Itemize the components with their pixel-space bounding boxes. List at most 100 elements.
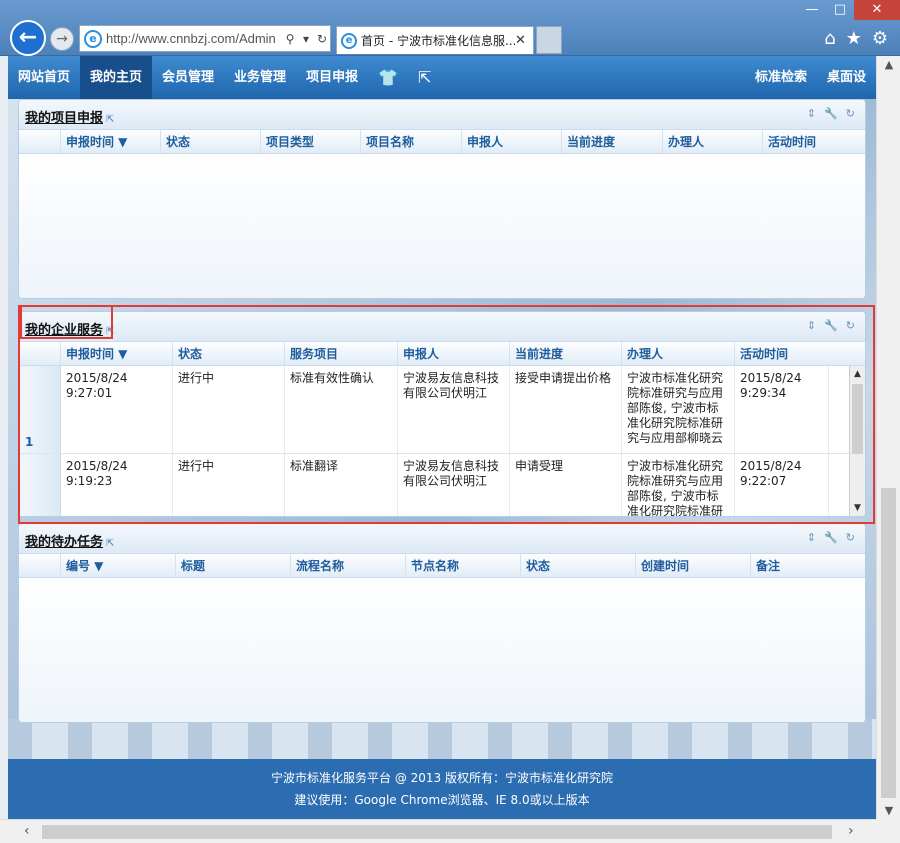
browser-toolbar-icons: ⌂ ★ ⚙	[824, 28, 888, 49]
portlet-title[interactable]: 我的企业服务 ⇱	[25, 319, 114, 338]
scroll-up-icon[interactable]: ▲	[877, 58, 900, 71]
footer-browser-hint: 建议使用：Google Chrome浏览器、IE 8.0或以上版本	[294, 793, 590, 807]
grid-scroll-thumb[interactable]	[852, 384, 863, 454]
open-external-icon[interactable]: ⇱	[106, 114, 114, 125]
column-header[interactable]: 活动时间	[735, 342, 845, 365]
address-url[interactable]: http://www.cnnbzj.com/Admin	[106, 31, 282, 46]
column-header[interactable]: 办理人	[663, 130, 763, 153]
forward-arrow-icon[interactable]: →	[50, 27, 74, 51]
column-header[interactable]: 活动时间	[763, 130, 847, 153]
dropdown-icon[interactable]: ▾	[298, 32, 314, 46]
row-number-header	[19, 554, 61, 577]
new-tab-button[interactable]	[536, 26, 562, 54]
cell-status: 进行中	[173, 454, 285, 516]
cell-handler: 宁波市标准化研究院标准研究与应用部陈俊, 宁波市标准化研究院标准研究与应用部柳晓…	[622, 366, 735, 453]
column-header[interactable]: 当前进度	[510, 342, 622, 365]
cell-active-time: 2015/8/24 9:22:07	[735, 454, 829, 516]
column-header[interactable]: 状态	[161, 130, 261, 153]
grid-body-empty	[19, 154, 865, 298]
back-arrow-icon[interactable]: ←	[10, 20, 46, 56]
open-external-icon[interactable]: ⇱	[106, 538, 114, 549]
external-link-icon[interactable]: ⇱	[408, 68, 441, 87]
grid-body-empty	[19, 578, 865, 722]
refresh-icon[interactable]: ↻	[846, 107, 855, 120]
wrench-icon[interactable]: 🔧	[824, 107, 838, 120]
collapse-icon[interactable]: ⇕	[807, 107, 816, 120]
maximize-button[interactable]: □	[826, 0, 854, 20]
column-header[interactable]: 申报时间 ▼	[61, 130, 161, 153]
column-header[interactable]: 项目类型	[261, 130, 361, 153]
column-header[interactable]: 申报人	[398, 342, 510, 365]
wrench-icon[interactable]: 🔧	[824, 319, 838, 332]
portlet-header: 我的待办任务 ⇱ ⇕ 🔧 ↻	[19, 524, 865, 554]
column-header[interactable]: 标题	[176, 554, 291, 577]
page-viewport: 网站首页 我的主页 会员管理 业务管理 项目申报 👕 ⇱ 标准检索 桌面设 我的…	[0, 56, 876, 819]
column-header[interactable]: 申报时间 ▼	[61, 342, 173, 365]
horizontal-scroll-thumb[interactable]	[42, 825, 832, 839]
table-row[interactable]: 2 2015/8/24 9:19:23 进行中 标准翻译 宁波易友信息科技有限公…	[19, 454, 865, 516]
table-row[interactable]: 1 2015/8/24 9:27:01 进行中 标准有效性确认 宁波易友信息科技…	[19, 366, 865, 454]
column-header[interactable]: 状态	[521, 554, 636, 577]
minimize-button[interactable]: —	[798, 0, 826, 20]
collapse-icon[interactable]: ⇕	[807, 531, 816, 544]
column-header[interactable]: 项目名称	[361, 130, 462, 153]
vertical-scrollbar[interactable]: ▲ ▼	[876, 56, 900, 819]
grid-body: 1 2015/8/24 9:27:01 进行中 标准有效性确认 宁波易友信息科技…	[19, 366, 865, 516]
column-header[interactable]: 流程名称	[291, 554, 406, 577]
portlet-title[interactable]: 我的待办任务 ⇱	[25, 531, 114, 550]
horizontal-scrollbar[interactable]: ‹ ›	[0, 819, 876, 843]
cell-handler: 宁波市标准化研究院标准研究与应用部陈俊, 宁波市标准化研究院标准研究	[622, 454, 735, 516]
collapse-icon[interactable]: ⇕	[807, 319, 816, 332]
grid-scrollbar[interactable]: ▲ ▼	[849, 366, 865, 516]
nav-item-my-home[interactable]: 我的主页	[80, 56, 153, 99]
favorites-star-icon[interactable]: ★	[846, 28, 862, 49]
cell-active-time: 2015/8/24 9:29:34	[735, 366, 829, 453]
scroll-up-icon[interactable]: ▲	[850, 366, 865, 382]
browser-chrome: — □ ✕ ← → e http://www.cnnbzj.com/Admin …	[0, 0, 900, 56]
row-number-header	[19, 342, 61, 365]
address-bar[interactable]: e http://www.cnnbzj.com/Admin ⚲ ▾ ↻	[79, 25, 331, 52]
nav-item-standard-search[interactable]: 标准检索	[745, 56, 817, 99]
refresh-icon[interactable]: ↻	[314, 32, 330, 46]
column-header[interactable]: 备注	[751, 554, 865, 577]
portlet-header: 我的项目申报 ⇱ ⇕ 🔧 ↻	[19, 100, 865, 130]
nav-item-members[interactable]: 会员管理	[152, 56, 224, 99]
scroll-down-icon[interactable]: ▼	[877, 804, 900, 817]
search-icon[interactable]: ⚲	[282, 32, 298, 46]
column-header[interactable]: 当前进度	[562, 130, 663, 153]
cell-progress: 申请受理	[510, 454, 622, 516]
wrench-icon[interactable]: 🔧	[824, 531, 838, 544]
scroll-down-icon[interactable]: ▼	[850, 500, 865, 516]
nav-item-desktop-settings[interactable]: 桌面设	[817, 56, 876, 99]
browser-tab[interactable]: e 首页 - 宁波市标准化信息服... ✕	[336, 26, 534, 54]
tab-title: 首页 - 宁波市标准化信息服...	[361, 34, 515, 48]
open-external-icon[interactable]: ⇱	[106, 326, 114, 337]
row-number-header	[19, 130, 61, 153]
refresh-icon[interactable]: ↻	[846, 319, 855, 332]
column-header[interactable]: 服务项目	[285, 342, 398, 365]
cell-status: 进行中	[173, 366, 285, 453]
cell-progress: 接受申请提出价格	[510, 366, 622, 453]
home-icon[interactable]: ⌂	[824, 28, 835, 49]
cell-time: 2015/8/24 9:27:01	[61, 366, 173, 453]
tab-close-icon[interactable]: ✕	[515, 33, 529, 48]
column-header[interactable]: 编号 ▼	[61, 554, 176, 577]
column-header[interactable]: 节点名称	[406, 554, 521, 577]
shirt-icon[interactable]: 👕	[368, 68, 408, 87]
nav-item-home[interactable]: 网站首页	[8, 56, 80, 99]
nav-item-project[interactable]: 项目申报	[296, 56, 368, 99]
refresh-icon[interactable]: ↻	[846, 531, 855, 544]
cell-service: 标准翻译	[285, 454, 398, 516]
portlet-title[interactable]: 我的项目申报 ⇱	[25, 107, 114, 126]
column-header[interactable]: 创建时间	[636, 554, 751, 577]
column-header[interactable]: 办理人	[622, 342, 735, 365]
scroll-right-icon[interactable]: ›	[848, 823, 854, 839]
nav-item-business[interactable]: 业务管理	[224, 56, 296, 99]
project-portlet: 我的项目申报 ⇱ ⇕ 🔧 ↻ 申报时间 ▼ 状态 项目类型 项目名称 申报人 当前…	[18, 99, 866, 299]
settings-gear-icon[interactable]: ⚙	[872, 28, 888, 49]
vertical-scroll-thumb[interactable]	[881, 488, 896, 798]
close-window-button[interactable]: ✕	[854, 0, 900, 20]
column-header[interactable]: 状态	[173, 342, 285, 365]
column-header[interactable]: 申报人	[462, 130, 562, 153]
scroll-left-icon[interactable]: ‹	[24, 823, 30, 839]
